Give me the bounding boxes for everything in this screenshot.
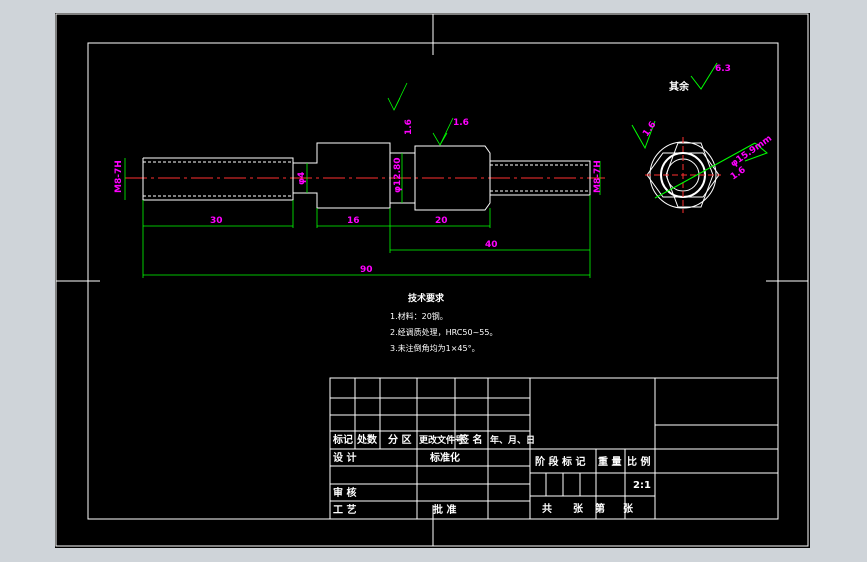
- tb-nth: 第: [595, 502, 605, 515]
- roughness-rest-label: 其余: [669, 80, 690, 93]
- roughness-label-4: 1.6: [729, 165, 748, 182]
- tb-sheets-1: 张: [573, 502, 584, 515]
- dim-length-30: 30: [210, 216, 223, 226]
- rev-header-docno: 更改文件号: [419, 434, 464, 446]
- tb-weight: 重 量: [598, 455, 621, 468]
- dim-thread-left: M8-7H: [114, 160, 124, 193]
- rev-header-mark: 标记: [332, 433, 353, 446]
- tech-req-3: 3.未注倒角均为1×45°。: [390, 343, 480, 353]
- drawing-sheet: 30 16 20 40 90 M8-7H φ4 φ12.80 M8-7H 1.6…: [55, 13, 810, 548]
- roughness-rest-value: 6.3: [715, 64, 731, 74]
- dimension-lines: [124, 82, 601, 278]
- tech-req-1: 1.材料：20钢。: [390, 311, 448, 321]
- roughness-label-1: 1.6: [404, 119, 414, 135]
- tb-review: 审 核: [333, 486, 356, 499]
- roughness-label-2: 1.6: [453, 118, 469, 128]
- rev-header-count: 处数: [356, 433, 378, 446]
- tb-scale: 比 例: [627, 455, 650, 468]
- roughness-rest-symbol: [690, 62, 718, 90]
- dim-length-20: 20: [435, 216, 448, 226]
- end-view: [631, 120, 768, 213]
- dim-length-16: 16: [347, 216, 360, 226]
- title-block-grid: [329, 377, 779, 520]
- rev-header-date: 年、月、日: [490, 434, 535, 446]
- rev-header-zone: 分 区: [388, 433, 411, 446]
- tb-design: 设 计: [333, 451, 356, 464]
- dim-length-90: 90: [360, 265, 373, 275]
- dim-hex-across: φ15.9mm: [729, 134, 774, 170]
- dim-diameter-left: φ4: [297, 172, 307, 185]
- rev-header-sign: 签 名: [458, 433, 482, 446]
- tech-req-2: 2.经调质处理，HRC50~55。: [390, 327, 497, 337]
- cad-drawing: 30 16 20 40 90 M8-7H φ4 φ12.80 M8-7H 1.6…: [55, 13, 809, 547]
- tb-total: 共: [542, 502, 552, 515]
- dim-thread-right: M8-7H: [593, 160, 603, 193]
- tb-process: 工 艺: [333, 503, 356, 516]
- tb-stage-mark: 阶 段 标 记: [535, 455, 585, 468]
- inner-frame: [87, 42, 779, 520]
- tb-sheets-2: 张: [623, 502, 634, 515]
- dim-diameter-mid: φ12.80: [393, 157, 403, 193]
- roughness-label-3: 1.6: [641, 120, 658, 139]
- shaft-outline: [142, 142, 591, 211]
- dim-length-40: 40: [485, 240, 498, 250]
- tb-approve: 批 准: [433, 503, 456, 516]
- tb-standard: 标准化: [429, 451, 460, 464]
- tb-scale-value: 2:1: [633, 480, 651, 491]
- tech-req-title: 技术要求: [408, 292, 445, 304]
